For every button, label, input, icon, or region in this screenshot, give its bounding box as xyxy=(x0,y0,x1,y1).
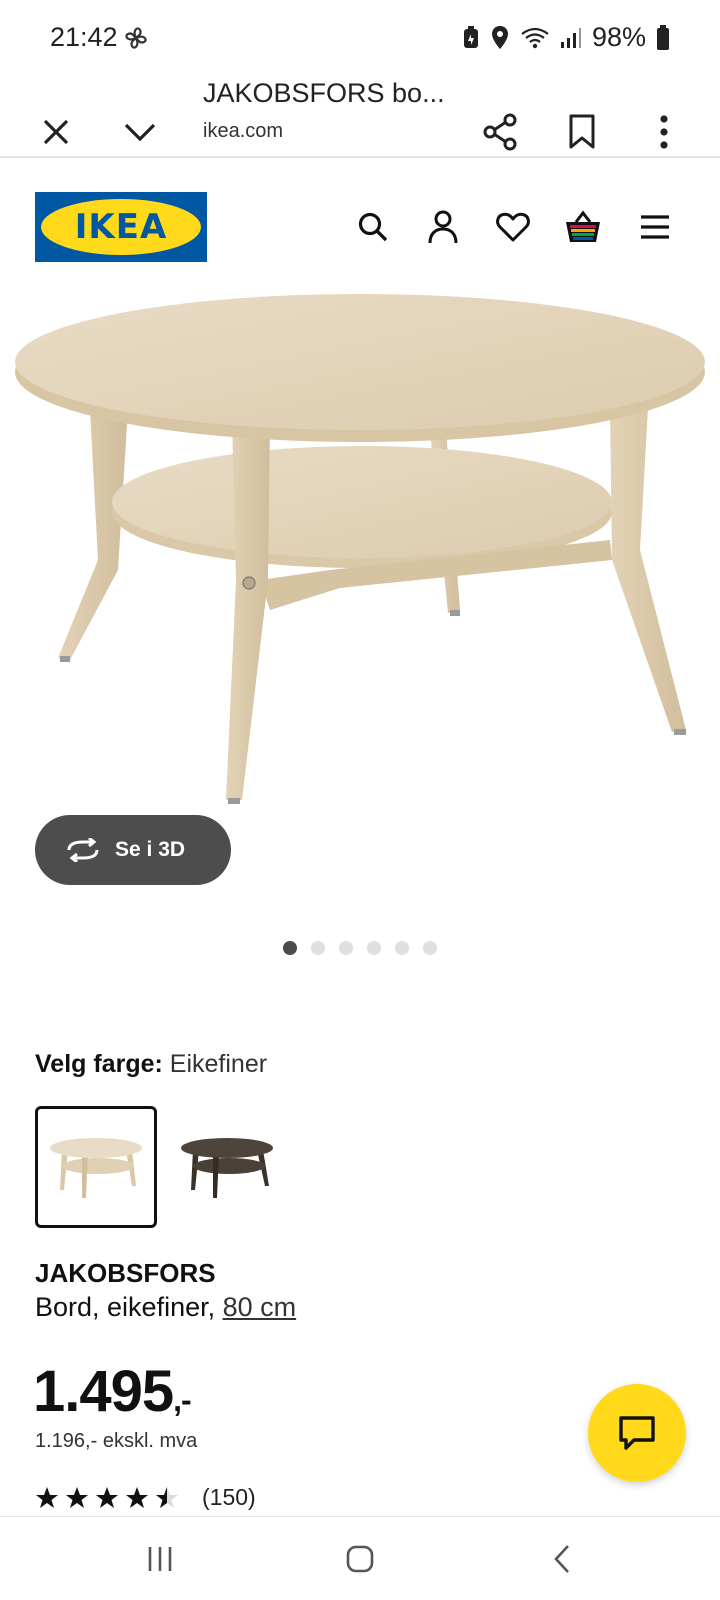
swatch-oak-veneer[interactable] xyxy=(35,1106,157,1228)
basket-icon xyxy=(566,210,600,242)
chevron-down-icon xyxy=(124,123,156,142)
account-icon xyxy=(428,210,458,244)
ikea-logo[interactable]: IKEA xyxy=(35,192,207,262)
home-button[interactable] xyxy=(340,1539,380,1579)
star-half-icon xyxy=(156,1487,178,1508)
pagination-dot[interactable] xyxy=(367,941,381,955)
menu-icon xyxy=(641,215,669,239)
close-icon xyxy=(43,119,69,145)
wifi-icon xyxy=(521,27,549,48)
pagination-dot[interactable] xyxy=(283,941,297,955)
fan-icon xyxy=(125,27,147,49)
bookmark-button[interactable] xyxy=(558,108,606,156)
pagination-dot[interactable] xyxy=(339,941,353,955)
product-name: JAKOBSFORS xyxy=(35,1258,216,1288)
product-size-link[interactable]: 80 cm xyxy=(223,1292,297,1322)
share-icon xyxy=(483,113,517,151)
favourites-button[interactable] xyxy=(492,206,534,248)
recent-apps-icon xyxy=(148,1547,172,1571)
star-full-icon xyxy=(126,1487,148,1508)
swatch-black-brown[interactable] xyxy=(166,1106,288,1228)
bookmark-icon xyxy=(569,114,595,149)
color-label: Velg farge: xyxy=(35,1050,163,1078)
browser-bar: JAKOBSFORS bo... ikea.com xyxy=(0,78,720,158)
ikea-logo-oval: IKEA xyxy=(41,199,201,255)
pagination-dot[interactable] xyxy=(423,941,437,955)
status-icons: 98% xyxy=(462,22,670,53)
more-options-button[interactable] xyxy=(640,108,688,156)
review-count[interactable]: (150) xyxy=(202,1484,256,1511)
price-excl-vat: 1.196,- ekskl. mva xyxy=(35,1430,198,1452)
star-full-icon xyxy=(96,1487,118,1508)
color-selector-label: Velg farge: Eikefiner xyxy=(35,1050,267,1079)
more-vert-icon xyxy=(660,115,668,149)
back-icon xyxy=(554,1545,569,1573)
minimize-button[interactable] xyxy=(116,108,164,156)
menu-button[interactable] xyxy=(634,206,676,248)
price-value: 1.495 xyxy=(33,1359,174,1424)
account-button[interactable] xyxy=(422,206,464,248)
heart-icon xyxy=(496,212,530,242)
view-in-3d-button[interactable]: Se i 3D xyxy=(35,815,231,885)
battery-percent: 98% xyxy=(591,22,646,52)
battery-icon xyxy=(657,24,669,50)
pagination-dot[interactable] xyxy=(311,941,325,955)
recent-apps-button[interactable] xyxy=(140,1539,180,1579)
product-price: 1.495,- xyxy=(33,1358,192,1425)
product-description: Bord, eikefiner, 80 cm xyxy=(35,1292,296,1323)
page-url[interactable]: ikea.com xyxy=(203,120,283,143)
view-in-3d-label: Se i 3D xyxy=(115,838,186,861)
pagination-dot[interactable] xyxy=(395,941,409,955)
chat-icon xyxy=(619,1416,655,1450)
chat-button[interactable] xyxy=(588,1384,686,1482)
ikea-logo-text: IKEA xyxy=(74,207,168,247)
system-nav-bar xyxy=(0,1516,720,1600)
rating-stars[interactable] xyxy=(35,1486,179,1510)
share-button[interactable] xyxy=(476,108,524,156)
page-title[interactable]: JAKOBSFORS bo... xyxy=(203,78,445,109)
product-image[interactable] xyxy=(0,280,720,840)
image-pagination[interactable] xyxy=(283,941,437,955)
back-button[interactable] xyxy=(542,1539,582,1579)
color-value: Eikefiner xyxy=(169,1050,268,1078)
status-bar: 21:42 98% xyxy=(0,0,720,78)
status-time: 21:42 xyxy=(50,22,118,52)
search-icon xyxy=(358,212,388,242)
close-tab-button[interactable] xyxy=(32,108,80,156)
star-full-icon xyxy=(66,1487,88,1508)
signal-icon xyxy=(560,27,581,48)
battery-saver-icon xyxy=(463,25,478,48)
rotate-3d-icon xyxy=(67,838,99,862)
search-button[interactable] xyxy=(352,206,394,248)
home-icon xyxy=(346,1545,374,1573)
star-full-icon xyxy=(36,1487,58,1508)
location-icon xyxy=(491,25,508,49)
basket-button[interactable] xyxy=(562,206,604,248)
swatch-dark-image xyxy=(181,1138,273,1198)
swatch-oak-image xyxy=(50,1138,142,1198)
price-suffix: ,- xyxy=(173,1382,192,1418)
product-description-text: Bord, eikefiner, xyxy=(35,1292,223,1322)
